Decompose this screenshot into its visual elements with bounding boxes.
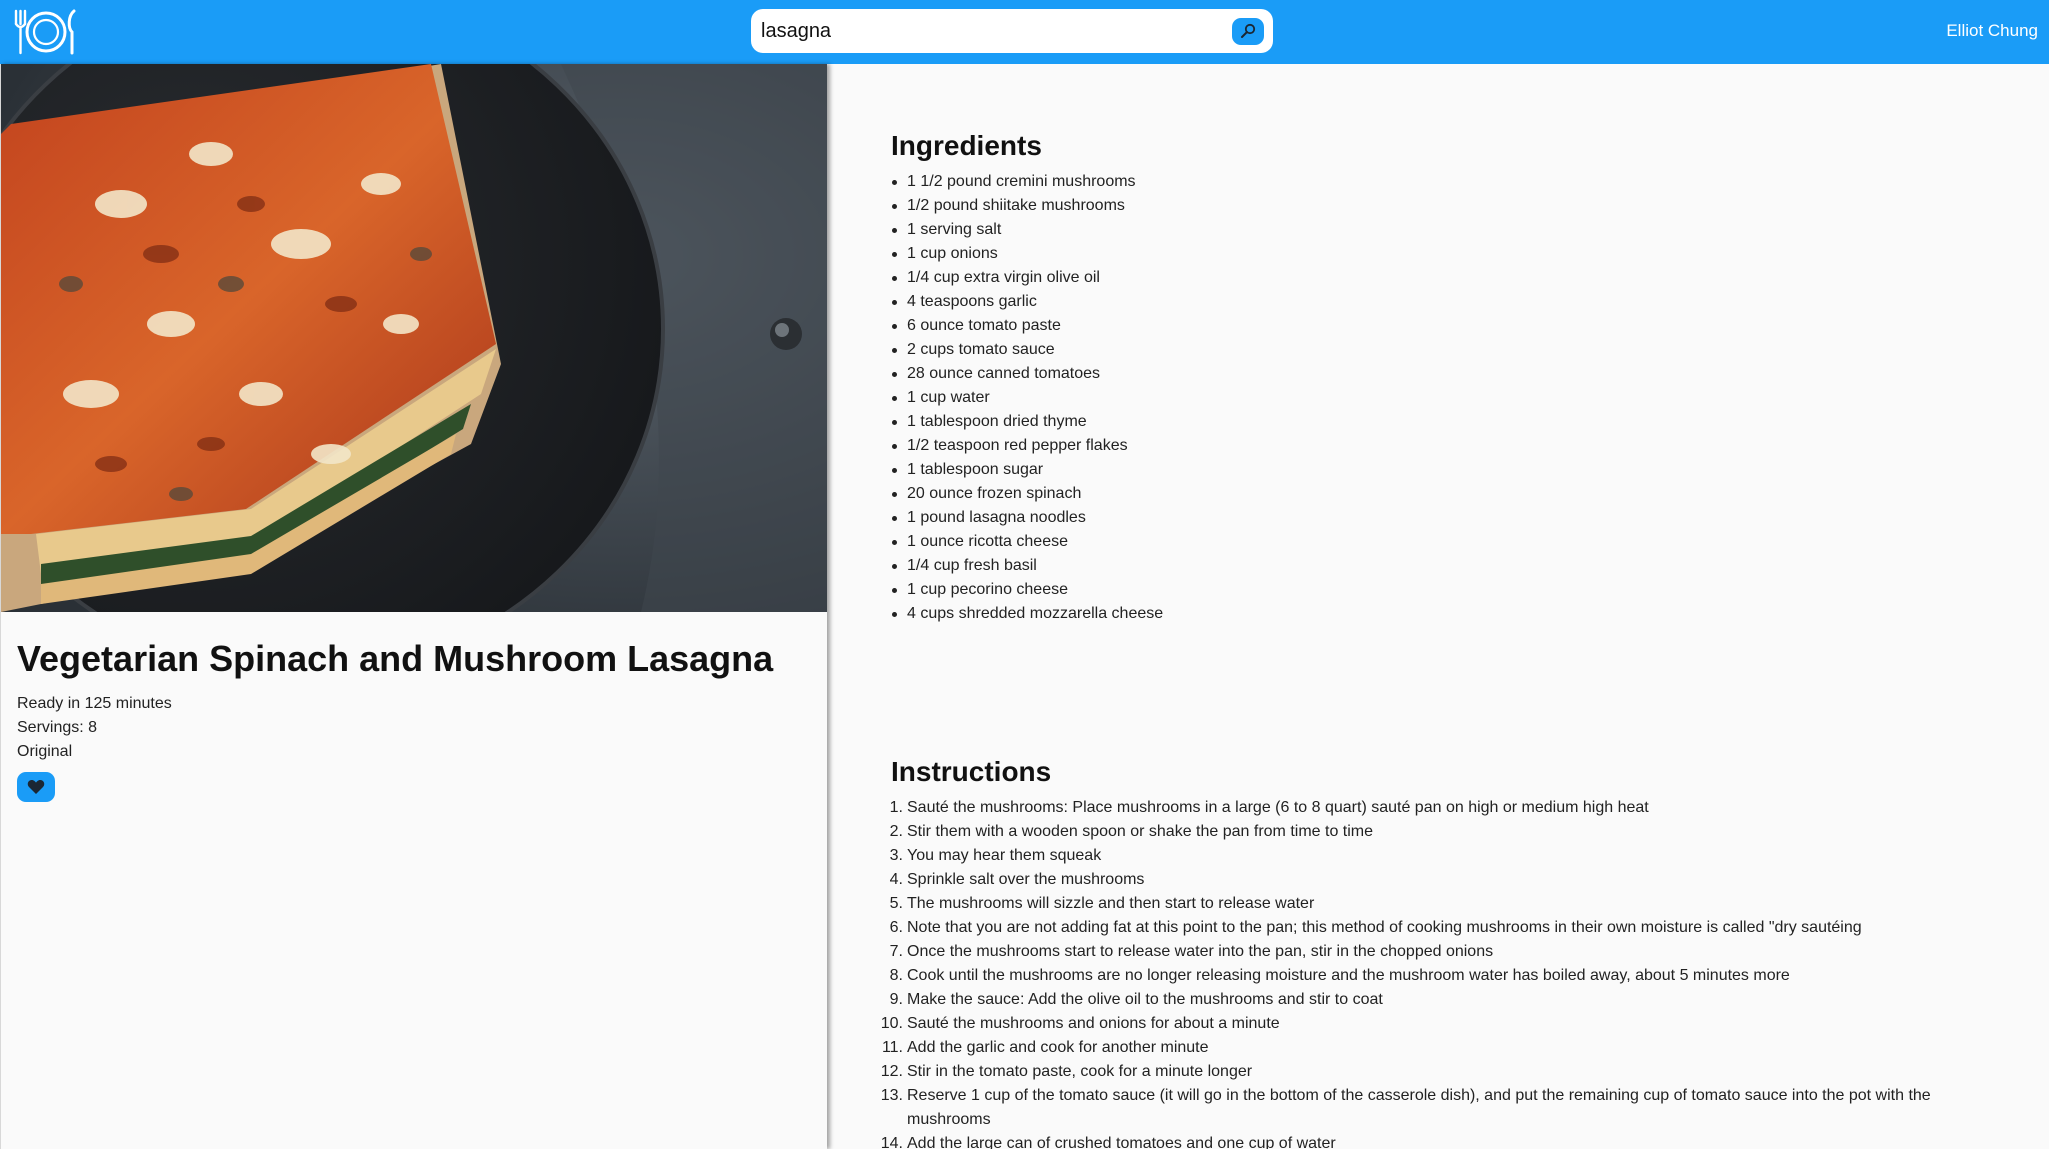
- top-navigation-bar: Elliot Chung: [0, 0, 2049, 64]
- instructions-heading: Instructions: [891, 756, 1052, 787]
- ingredient-item: 1 ounce ricotta cheese: [891, 530, 1163, 554]
- instruction-step: 1. Sauté the mushrooms: Place mushrooms i…: [890, 796, 1997, 820]
- instruction-step: 7. Once the mushrooms start to release wa…: [890, 940, 1997, 964]
- step-number: 6.: [889, 919, 903, 936]
- instruction-step: 14. Add the large can of crushed tomatoes…: [881, 1132, 1997, 1149]
- heart-icon: [27, 780, 45, 794]
- ingredient-item: 4 teaspoons garlic: [891, 290, 1163, 314]
- ingredient-item: 1 1/2 pound cremini mushrooms: [891, 170, 1163, 194]
- ingredient-item: 1 cup onions: [891, 242, 1163, 266]
- step-number: 14.: [880, 1135, 903, 1149]
- ingredients-heading: Ingredients: [891, 130, 1042, 161]
- ingredient-item: 6 ounce tomato paste: [891, 314, 1163, 338]
- step-number: 3.: [889, 847, 903, 864]
- ingredient-item: 1 tablespoon dried thyme: [891, 410, 1163, 434]
- recipe-title: Vegetarian Spinach and Mushroom Lasagna: [17, 638, 774, 679]
- ingredient-item: 1/4 cup extra virgin olive oil: [891, 266, 1163, 290]
- instruction-step: 13. Reserve 1 cup of the tomato sauce (it…: [881, 1084, 1997, 1132]
- plate-fork-knife-icon[interactable]: [12, 8, 80, 56]
- step-number: 7.: [889, 943, 903, 960]
- ingredient-item: 28 ounce canned tomatoes: [891, 362, 1163, 386]
- favorite-button[interactable]: [17, 772, 55, 802]
- instruction-step: 2. Stir them with a wooden spoon or shake…: [890, 820, 1997, 844]
- instruction-step: 12. Stir in the tomato paste, cook for a …: [881, 1060, 1997, 1084]
- recipe-info: Vegetarian Spinach and Mushroom Lasagna …: [17, 636, 807, 802]
- step-number: 4.: [889, 871, 903, 888]
- step-number: 5.: [889, 895, 903, 912]
- step-text: Sauté the mushrooms and onions for about…: [907, 1015, 1280, 1032]
- ingredient-item: 1 cup pecorino cheese: [891, 578, 1163, 602]
- step-text: Note that you are not adding fat at this…: [907, 919, 1862, 936]
- step-number: 9.: [889, 991, 903, 1008]
- ingredient-item: 1 pound lasagna noodles: [891, 506, 1163, 530]
- step-text: Once the mushrooms start to release wate…: [907, 943, 1494, 960]
- step-text: Stir them with a wooden spoon or shake t…: [907, 823, 1374, 840]
- ingredient-item: 1 tablespoon sugar: [891, 458, 1163, 482]
- step-number: 1.: [889, 799, 903, 816]
- step-text: Sauté the mushrooms: Place mushrooms in …: [907, 799, 1649, 816]
- ingredient-item: 1/4 cup fresh basil: [891, 554, 1163, 578]
- search-button[interactable]: [1232, 18, 1264, 45]
- instruction-step: 6. Note that you are not adding fat at th…: [890, 916, 1997, 940]
- recipe-summary-panel: Vegetarian Spinach and Mushroom Lasagna …: [0, 64, 827, 1149]
- user-name[interactable]: Elliot Chung: [1946, 21, 2038, 41]
- recipe-details-panel: Ingredients 1 1/2 pound cremini mushroom…: [827, 64, 2049, 1149]
- step-text: Cook until the mushrooms are no longer r…: [907, 967, 1790, 984]
- step-number: 10.: [880, 1015, 903, 1032]
- step-number: 12.: [880, 1063, 903, 1080]
- ingredient-item: 1 serving salt: [891, 218, 1163, 242]
- recipe-source: Original: [17, 743, 73, 760]
- ingredient-item: 2 cups tomato sauce: [891, 338, 1163, 362]
- step-text: Sprinkle salt over the mushrooms: [907, 871, 1145, 888]
- ingredient-item: 1/2 pound shiitake mushrooms: [891, 194, 1163, 218]
- search-input[interactable]: [761, 15, 1211, 47]
- ingredients-list: 1 1/2 pound cremini mushrooms 1/2 pound …: [891, 170, 1163, 626]
- step-text: Make the sauce: Add the olive oil to the…: [907, 991, 1383, 1008]
- search-bar: [751, 9, 1273, 53]
- step-text: The mushrooms will sizzle and then start…: [907, 895, 1315, 912]
- instruction-step: 5. The mushrooms will sizzle and then sta…: [890, 892, 1997, 916]
- ready-time: Ready in 125 minutes: [17, 695, 172, 712]
- ingredient-item: 20 ounce frozen spinach: [891, 482, 1163, 506]
- step-number: 2.: [889, 823, 903, 840]
- step-number: 11.: [881, 1039, 903, 1056]
- instruction-step: 3. You may hear them squeak: [890, 844, 1997, 868]
- recipe-photo: [1, 64, 827, 612]
- step-number: 13.: [880, 1087, 903, 1104]
- step-number: 8.: [889, 967, 903, 984]
- servings: Servings: 8: [17, 719, 98, 736]
- search-icon: [1241, 23, 1256, 38]
- instruction-step: 10. Sauté the mushrooms and onions for ab…: [881, 1012, 1997, 1036]
- ingredient-item: 4 cups shredded mozzarella cheese: [891, 602, 1163, 626]
- instruction-step: 9. Make the sauce: Add the olive oil to t…: [890, 988, 1997, 1012]
- step-text: Stir in the tomato paste, cook for a min…: [907, 1063, 1253, 1080]
- step-text: Add the large can of crushed tomatoes an…: [907, 1135, 1336, 1149]
- step-text: Add the garlic and cook for another minu…: [907, 1039, 1209, 1056]
- ingredient-item: 1/2 teaspoon red pepper flakes: [891, 434, 1163, 458]
- step-text: You may hear them squeak: [907, 847, 1102, 864]
- step-text: Reserve 1 cup of the tomato sauce (it wi…: [907, 1087, 1931, 1128]
- instruction-step: 4. Sprinkle salt over the mushrooms: [890, 868, 1997, 892]
- instruction-step: 8. Cook until the mushrooms are no longer…: [890, 964, 1997, 988]
- ingredient-item: 1 cup water: [891, 386, 1163, 410]
- instructions-list: 1. Sauté the mushrooms: Place mushrooms i…: [881, 796, 1997, 1149]
- instruction-step: 11. Add the garlic and cook for another m…: [882, 1036, 1997, 1060]
